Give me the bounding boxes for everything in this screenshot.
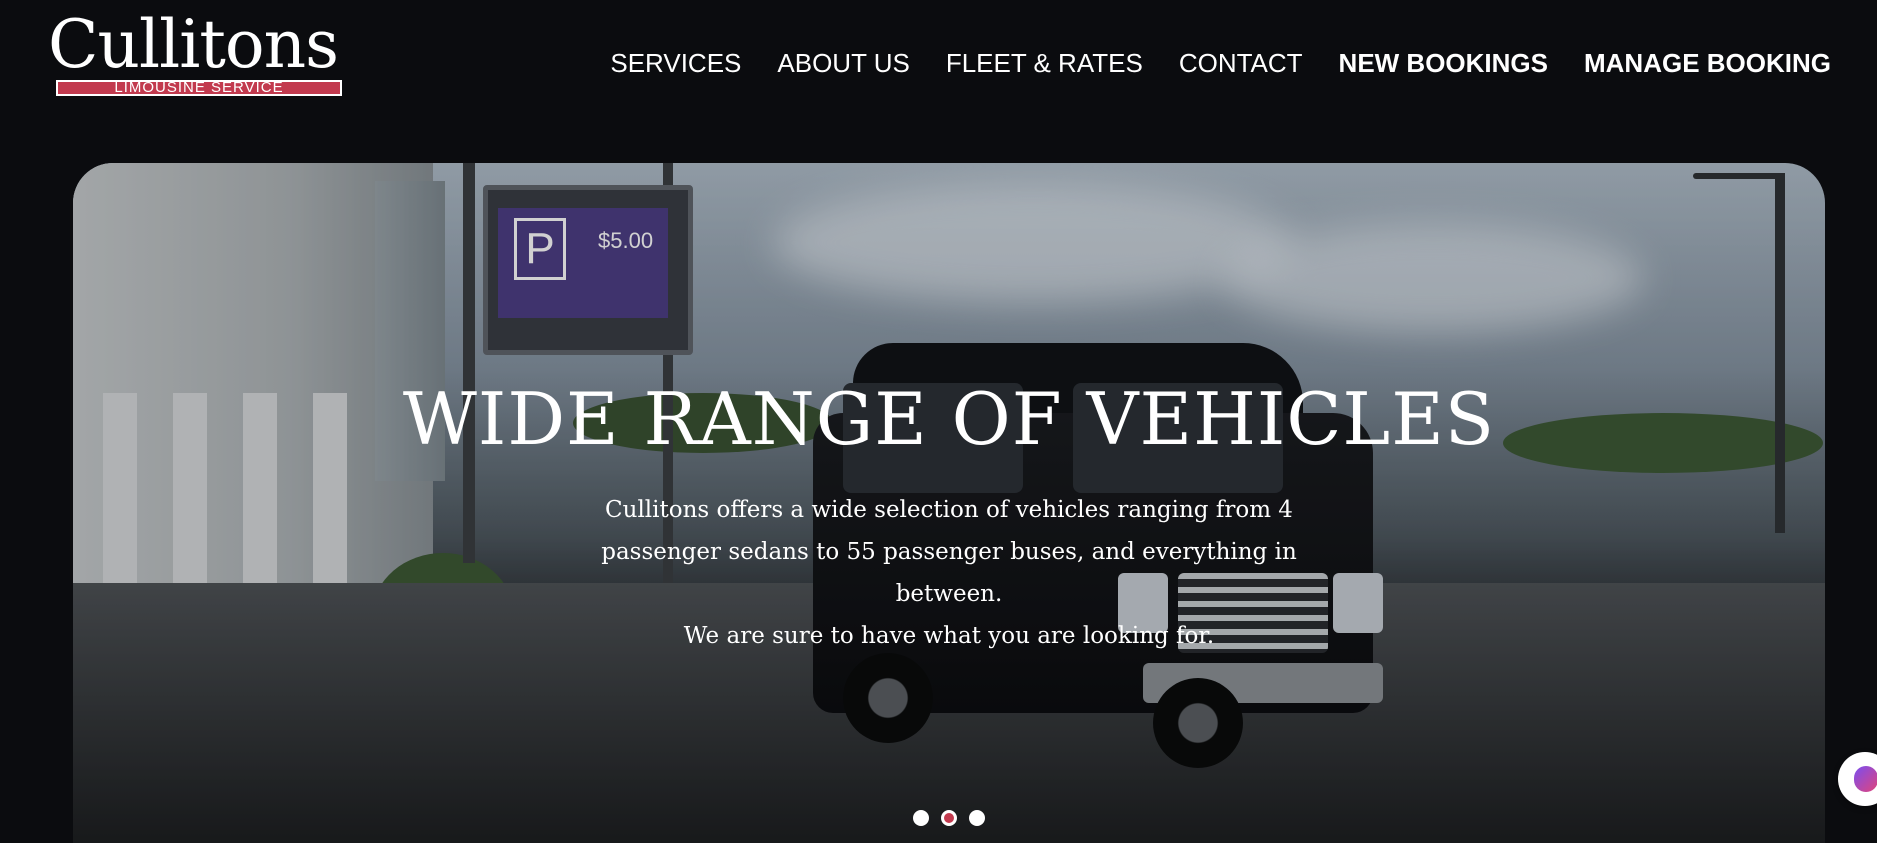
hero-description: Cullitons offers a wide selection of veh…: [549, 489, 1349, 657]
logo-wordmark: Cullitons: [48, 6, 339, 83]
logo[interactable]: Cullitons LIMOUSINE SERVICE: [48, 12, 342, 103]
main-nav: SERVICES ABOUT US FLEET & RATES CONTACT …: [610, 46, 1831, 80]
nav-fleet-rates[interactable]: FLEET & RATES: [946, 48, 1143, 79]
nav-new-bookings[interactable]: NEW BOOKINGS: [1339, 48, 1548, 79]
assistant-widget-button[interactable]: [1838, 752, 1877, 806]
brain-icon: [1854, 766, 1877, 792]
nav-services[interactable]: SERVICES: [610, 48, 741, 79]
hero-line: passenger sedans to 55 passenger buses, …: [601, 539, 1297, 607]
slider-dots: [73, 808, 1825, 828]
slider-dot-2[interactable]: [941, 810, 957, 826]
nav-about-us[interactable]: ABOUT US: [777, 48, 909, 79]
nav-contact[interactable]: CONTACT: [1179, 48, 1303, 79]
site-header: Cullitons LIMOUSINE SERVICE SERVICES ABO…: [0, 0, 1877, 130]
nav-manage-booking[interactable]: MANAGE BOOKING: [1584, 48, 1831, 79]
hero-slider: P $5.00 WIDE RANGE OF VEHICLES Cullitons…: [73, 163, 1825, 843]
hero-line: We are sure to have what you are looking…: [683, 623, 1215, 649]
hero-line: Cullitons offers a wide selection of veh…: [605, 497, 1293, 523]
logo-tagline: LIMOUSINE SERVICE: [114, 79, 284, 96]
hero-title: WIDE RANGE OF VEHICLES: [402, 377, 1496, 461]
slider-dot-1[interactable]: [913, 810, 929, 826]
slider-dot-3[interactable]: [969, 810, 985, 826]
